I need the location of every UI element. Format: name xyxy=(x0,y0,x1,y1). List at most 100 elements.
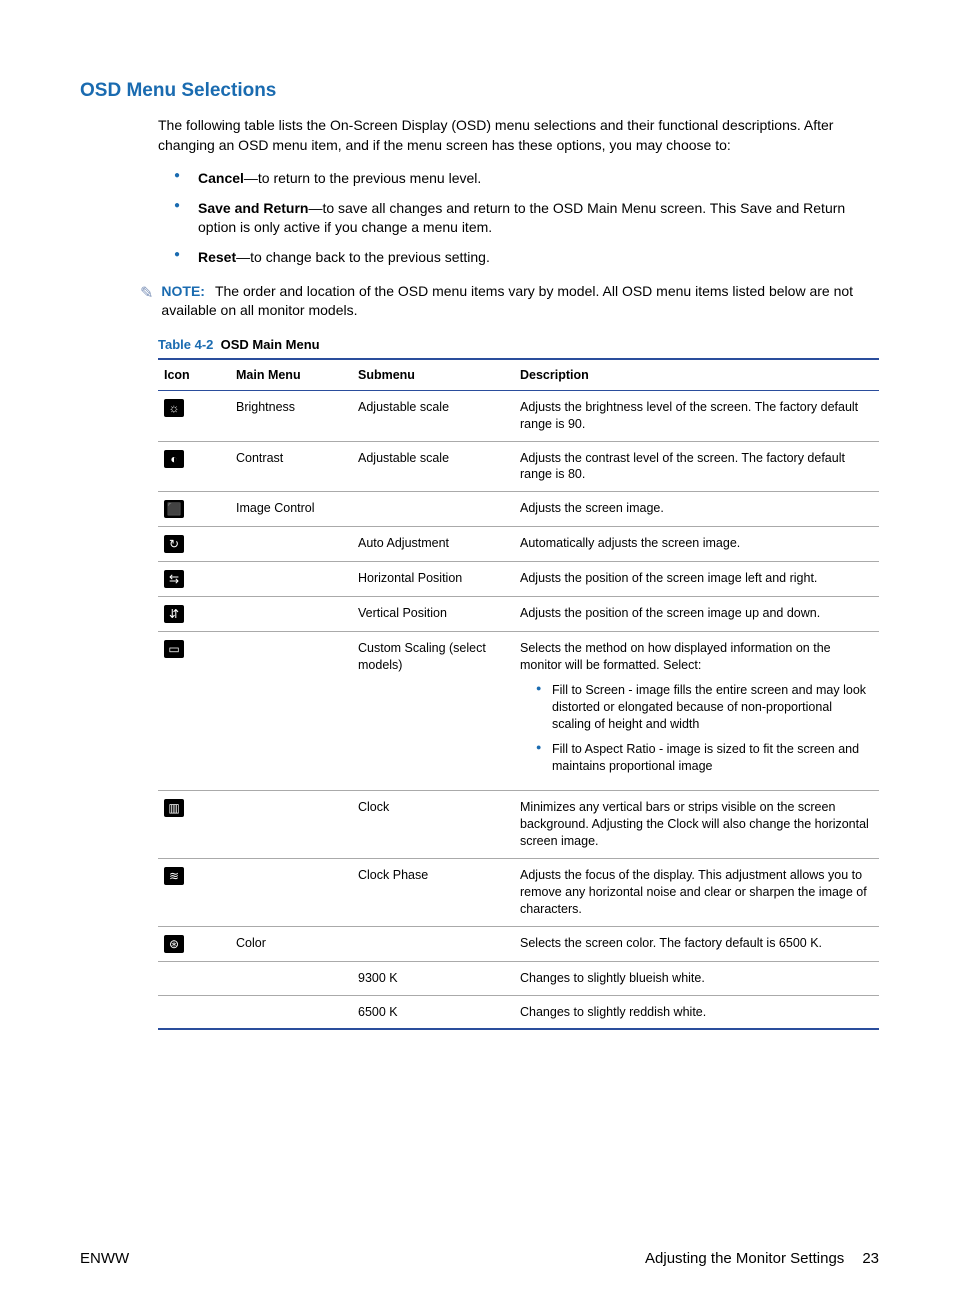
cell-main xyxy=(230,791,352,859)
note-label: NOTE: xyxy=(161,283,205,299)
cell-desc: Adjusts the position of the screen image… xyxy=(514,562,879,597)
cell-sub: Custom Scaling (select models) xyxy=(352,632,514,791)
cell-sub: Horizontal Position xyxy=(352,562,514,597)
table-row: ▭ Custom Scaling (select models)Selects t… xyxy=(158,632,879,791)
option-list-item: Reset—to change back to the previous set… xyxy=(180,248,879,268)
cell-desc-sublist: Fill to Screen - image fills the entire … xyxy=(520,682,873,774)
th-icon: Icon xyxy=(158,359,230,391)
note-text: The order and location of the OSD menu i… xyxy=(161,283,853,319)
cell-main xyxy=(230,632,352,791)
cell-main: Brightness xyxy=(230,390,352,441)
cell-main: Image Control xyxy=(230,492,352,527)
cell-sub xyxy=(352,926,514,961)
cell-desc: Adjusts the position of the screen image… xyxy=(514,597,879,632)
osd-main-menu-table: Icon Main Menu Submenu Description ☼ Brig… xyxy=(158,358,879,1031)
table-row: ⇵ Vertical PositionAdjusts the position o… xyxy=(158,597,879,632)
table-row: 6500 KChanges to slightly reddish white. xyxy=(158,995,879,1029)
osd-icon: ◐ xyxy=(164,450,184,468)
option-name: Reset xyxy=(198,249,236,265)
cell-desc-subitem: Fill to Aspect Ratio - image is sized to… xyxy=(538,741,873,775)
osd-icon: ⇵ xyxy=(164,605,184,623)
cell-main xyxy=(230,961,352,995)
footer-page-number: 23 xyxy=(862,1250,879,1267)
note-block: ✎ NOTE:The order and location of the OSD… xyxy=(140,282,879,321)
cell-sub: Vertical Position xyxy=(352,597,514,632)
option-name: Save and Return xyxy=(198,200,308,216)
table-row: ↻ Auto AdjustmentAutomatically adjusts th… xyxy=(158,527,879,562)
cell-icon: ⊛ xyxy=(158,926,230,961)
cell-desc: Adjusts the brightness level of the scre… xyxy=(514,390,879,441)
page-footer: ENWW Adjusting the Monitor Settings 23 xyxy=(80,1250,879,1267)
table-row: ▥ ClockMinimizes any vertical bars or str… xyxy=(158,791,879,859)
cell-desc: Adjusts the focus of the display. This a… xyxy=(514,859,879,927)
cell-desc-subitem: Fill to Screen - image fills the entire … xyxy=(538,682,873,733)
table-caption-prefix: Table 4-2 xyxy=(158,337,213,352)
table-row: 9300 KChanges to slightly blueish white. xyxy=(158,961,879,995)
cell-main xyxy=(230,597,352,632)
cell-icon: ⇆ xyxy=(158,562,230,597)
cell-main xyxy=(230,527,352,562)
osd-icon: ☼ xyxy=(164,399,184,417)
cell-sub: Clock xyxy=(352,791,514,859)
cell-icon: ⇵ xyxy=(158,597,230,632)
option-list-item: Save and Return—to save all changes and … xyxy=(180,199,879,238)
table-row: ◐ ContrastAdjustable scaleAdjusts the con… xyxy=(158,441,879,492)
table-row: ☼ BrightnessAdjustable scaleAdjusts the b… xyxy=(158,390,879,441)
cell-desc: Automatically adjusts the screen image. xyxy=(514,527,879,562)
cell-icon: ▭ xyxy=(158,632,230,791)
option-name: Cancel xyxy=(198,170,244,186)
cell-icon xyxy=(158,995,230,1029)
cell-icon: ▥ xyxy=(158,791,230,859)
cell-desc: Selects the screen color. The factory de… xyxy=(514,926,879,961)
th-sub: Submenu xyxy=(352,359,514,391)
cell-sub: 6500 K xyxy=(352,995,514,1029)
cell-sub: Adjustable scale xyxy=(352,441,514,492)
option-desc: —to change back to the previous setting. xyxy=(236,249,490,265)
cell-desc: Changes to slightly blueish white. xyxy=(514,961,879,995)
intro-paragraph: The following table lists the On-Screen … xyxy=(158,116,879,155)
th-main: Main Menu xyxy=(230,359,352,391)
cell-sub: Auto Adjustment xyxy=(352,527,514,562)
section-heading: OSD Menu Selections xyxy=(80,80,879,102)
cell-main xyxy=(230,859,352,927)
cell-icon xyxy=(158,961,230,995)
option-list-item: Cancel—to return to the previous menu le… xyxy=(180,169,879,189)
cell-sub: 9300 K xyxy=(352,961,514,995)
table-row: ⬛ Image Control Adjusts the screen image. xyxy=(158,492,879,527)
osd-icon: ≋ xyxy=(164,867,184,885)
cell-main xyxy=(230,562,352,597)
table-row: ⇆ Horizontal PositionAdjusts the position… xyxy=(158,562,879,597)
footer-left: ENWW xyxy=(80,1250,129,1267)
cell-icon: ◐ xyxy=(158,441,230,492)
osd-icon: ⊛ xyxy=(164,935,184,953)
osd-icon: ⬛ xyxy=(164,500,184,518)
cell-sub: Adjustable scale xyxy=(352,390,514,441)
cell-sub xyxy=(352,492,514,527)
cell-icon: ☼ xyxy=(158,390,230,441)
cell-main: Color xyxy=(230,926,352,961)
osd-icon: ⇆ xyxy=(164,570,184,588)
osd-icon: ↻ xyxy=(164,535,184,553)
cell-desc: Adjusts the contrast level of the screen… xyxy=(514,441,879,492)
cell-desc: Changes to slightly reddish white. xyxy=(514,995,879,1029)
osd-icon: ▭ xyxy=(164,640,184,658)
option-list: Cancel—to return to the previous menu le… xyxy=(158,169,879,267)
cell-desc: Adjusts the screen image. xyxy=(514,492,879,527)
cell-desc-intro: Selects the method on how displayed info… xyxy=(520,640,873,674)
table-row: ⊛ Color Selects the screen color. The fact… xyxy=(158,926,879,961)
cell-icon: ⬛ xyxy=(158,492,230,527)
th-desc: Description xyxy=(514,359,879,391)
cell-icon: ↻ xyxy=(158,527,230,562)
note-icon: ✎ xyxy=(140,283,153,305)
table-caption: Table 4-2 OSD Main Menu xyxy=(158,337,879,352)
footer-section-label: Adjusting the Monitor Settings xyxy=(645,1250,844,1267)
cell-main xyxy=(230,995,352,1029)
table-caption-title: OSD Main Menu xyxy=(221,337,320,352)
cell-main: Contrast xyxy=(230,441,352,492)
cell-desc: Minimizes any vertical bars or strips vi… xyxy=(514,791,879,859)
cell-icon: ≋ xyxy=(158,859,230,927)
table-row: ≋Clock PhaseAdjusts the focus of the dis… xyxy=(158,859,879,927)
option-desc: —to return to the previous menu level. xyxy=(244,170,481,186)
cell-desc: Selects the method on how displayed info… xyxy=(514,632,879,791)
osd-icon: ▥ xyxy=(164,799,184,817)
